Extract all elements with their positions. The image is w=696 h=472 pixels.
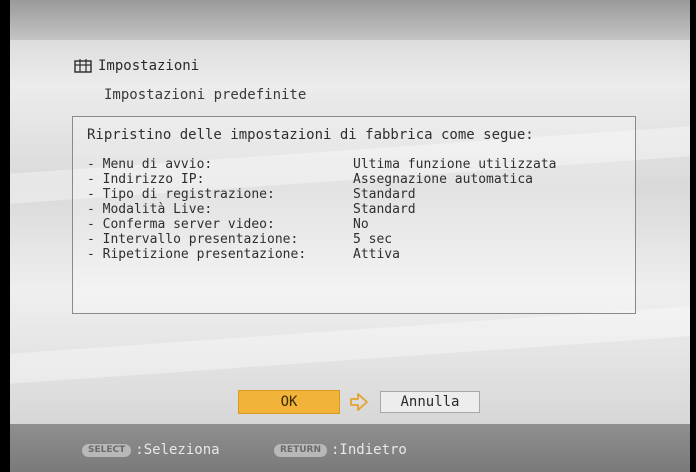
list-item: - Modalità Live: Standard [87, 202, 627, 217]
dialog-buttons: OK Annulla [238, 390, 480, 414]
info-panel: Ripristino delle impostazioni di fabbric… [72, 116, 636, 314]
settings-icon [74, 59, 92, 73]
select-key-icon: SELECT [82, 443, 132, 457]
return-hint-label: :Indietro [331, 442, 407, 458]
setting-label: - Modalità Live: [87, 202, 213, 217]
arrow-right-icon [348, 391, 370, 413]
setting-value: 5 sec [353, 232, 393, 247]
setting-label: - Conferma server video: [87, 217, 275, 232]
select-hint-label: :Seleziona [135, 442, 220, 458]
setting-value: No [353, 217, 369, 232]
settings-list: - Menu di avvio: Ultima funzione utilizza… [87, 157, 627, 262]
return-key-icon: RETURN [274, 443, 327, 457]
list-item: - Ripetizione presentazione: Attiva [87, 247, 627, 262]
setting-value: Standard [353, 202, 416, 217]
screen: Impostazioni Impostazioni predefinite Ri… [10, 0, 690, 472]
list-item: - Menu di avvio: Ultima funzione utilizza… [87, 157, 627, 172]
list-item: - Indirizzo IP: Assegnazione automatica [87, 172, 627, 187]
setting-label: - Tipo di registrazione: [87, 187, 275, 202]
page-subtitle: Impostazioni predefinite [104, 87, 307, 103]
setting-label: - Indirizzo IP: [87, 172, 205, 187]
setting-label: - Menu di avvio: [87, 157, 213, 172]
setting-value: Ultima funzione utilizzata [353, 157, 557, 172]
list-item: - Conferma server video: No [87, 217, 627, 232]
list-item: - Tipo di registrazione: Standard [87, 187, 627, 202]
footer-hints: SELECT :Seleziona RETURN :Indietro [10, 424, 690, 472]
setting-value: Assegnazione automatica [353, 172, 534, 187]
panel-intro: Ripristino delle impostazioni di fabbric… [87, 127, 534, 143]
setting-value: Attiva [353, 247, 400, 262]
top-band [10, 0, 690, 40]
return-hint: RETURN :Indietro [274, 442, 407, 458]
header: Impostazioni [74, 56, 199, 76]
setting-label: - Ripetizione presentazione: [87, 247, 307, 262]
ok-button[interactable]: OK [238, 390, 340, 414]
background-streak [10, 306, 690, 384]
cancel-button[interactable]: Annulla [380, 391, 480, 413]
page-title: Impostazioni [98, 58, 200, 74]
setting-value: Standard [353, 187, 416, 202]
select-hint: SELECT :Seleziona [82, 442, 220, 458]
list-item: - Intervallo presentazione: 5 sec [87, 232, 627, 247]
setting-label: - Intervallo presentazione: [87, 232, 299, 247]
